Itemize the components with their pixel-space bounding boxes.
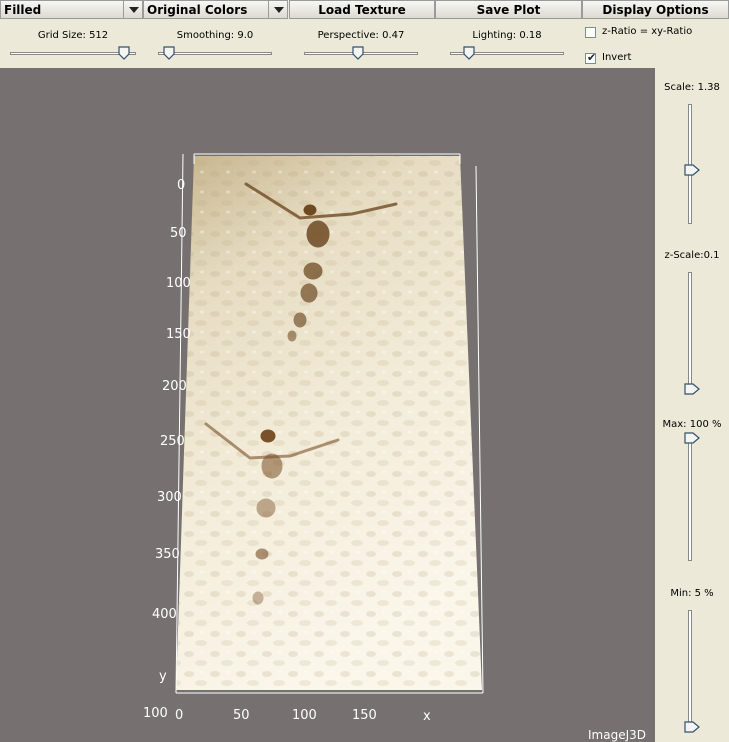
surface-plot[interactable] bbox=[0, 68, 655, 742]
perspective-label: Perspective: 0.47 bbox=[317, 30, 405, 41]
min-slider[interactable]: Min: 5 % bbox=[655, 588, 729, 738]
plot-canvas[interactable]: 0 50 100 150 200 250 300 350 400 y 100 0… bbox=[0, 68, 655, 742]
y-tick-label: 200 bbox=[162, 379, 187, 394]
render-mode-value: Filled bbox=[4, 3, 42, 17]
x-tick-label: 0 bbox=[175, 708, 184, 723]
scale-thumb[interactable] bbox=[684, 164, 700, 176]
grid-size-thumb[interactable] bbox=[118, 46, 130, 60]
min-label: Min: 5 % bbox=[670, 588, 714, 599]
y-tick-label: 400 bbox=[152, 607, 177, 622]
y-tick-label: 250 bbox=[160, 434, 185, 449]
render-mode-dropdown-icon[interactable] bbox=[123, 0, 143, 19]
y-tick-label: 150 bbox=[166, 327, 191, 342]
z-scale-thumb[interactable] bbox=[684, 383, 700, 395]
y-axis-label: y bbox=[159, 669, 167, 684]
grid-size-label: Grid Size: 512 bbox=[37, 30, 109, 41]
lighting-thumb[interactable] bbox=[463, 46, 475, 60]
max-slider[interactable]: Max: 100 % bbox=[655, 419, 729, 569]
max-thumb[interactable] bbox=[684, 432, 700, 444]
min-thumb[interactable] bbox=[684, 721, 700, 733]
x-tick-label: 150 bbox=[352, 708, 377, 723]
perspective-slider[interactable]: Perspective: 0.47 bbox=[304, 20, 418, 68]
scale-label: Scale: 1.38 bbox=[664, 82, 720, 93]
z-scale-slider[interactable]: z-Scale:0.1 bbox=[655, 250, 729, 400]
y-tick-label: 50 bbox=[170, 226, 187, 241]
display-options-button[interactable]: Display Options bbox=[582, 0, 729, 19]
max-label: Max: 100 % bbox=[662, 419, 722, 430]
z-scale-track[interactable] bbox=[688, 272, 692, 394]
max-track[interactable] bbox=[688, 435, 692, 561]
smoothing-thumb[interactable] bbox=[163, 46, 175, 60]
invert-checkbox-label: Invert bbox=[602, 52, 632, 63]
load-texture-button[interactable]: Load Texture bbox=[289, 0, 435, 19]
toolbar: Filled Original Colors Load Texture Save… bbox=[0, 0, 729, 20]
slider-row: Grid Size: 512 Smoothing: 9.0 Perspectiv… bbox=[0, 20, 655, 68]
grid-size-slider[interactable]: Grid Size: 512 bbox=[10, 20, 136, 68]
right-slider-panel: Scale: 1.38 z-Scale:0.1 Max: 100 % Min: … bbox=[655, 68, 729, 742]
lighting-label: Lighting: 0.18 bbox=[472, 30, 542, 41]
y-tick-label: 350 bbox=[155, 547, 180, 562]
min-track[interactable] bbox=[688, 610, 692, 732]
checkmark-icon: ✔ bbox=[587, 51, 597, 64]
y-tick-label: 300 bbox=[157, 490, 182, 505]
lighting-slider[interactable]: Lighting: 0.18 bbox=[450, 20, 564, 68]
watermark-label: ImageJ3D bbox=[588, 728, 646, 742]
z-ratio-checkbox-box[interactable] bbox=[585, 27, 596, 38]
smoothing-slider[interactable]: Smoothing: 9.0 bbox=[158, 20, 272, 68]
z-scale-label: z-Scale:0.1 bbox=[664, 250, 720, 261]
x-tick-label: 50 bbox=[233, 708, 250, 723]
color-mode-dropdown-icon[interactable] bbox=[268, 0, 288, 19]
invert-checkbox-box[interactable]: ✔ bbox=[585, 51, 597, 64]
corner-label: 100 bbox=[143, 706, 168, 721]
y-tick-label: 100 bbox=[166, 276, 191, 291]
color-mode-value: Original Colors bbox=[147, 3, 248, 17]
x-axis-label: x bbox=[423, 709, 431, 724]
color-mode-select[interactable]: Original Colors bbox=[143, 0, 269, 19]
x-tick-label: 100 bbox=[292, 708, 317, 723]
smoothing-track[interactable] bbox=[158, 52, 272, 55]
save-plot-button[interactable]: Save Plot bbox=[435, 0, 582, 19]
smoothing-label: Smoothing: 9.0 bbox=[176, 30, 254, 41]
scale-slider[interactable]: Scale: 1.38 bbox=[655, 82, 729, 232]
y-tick-label: 0 bbox=[177, 178, 186, 193]
perspective-thumb[interactable] bbox=[352, 46, 364, 60]
render-mode-select[interactable]: Filled bbox=[0, 0, 124, 19]
z-ratio-checkbox-label: z-Ratio = xy-Ratio bbox=[602, 26, 693, 37]
